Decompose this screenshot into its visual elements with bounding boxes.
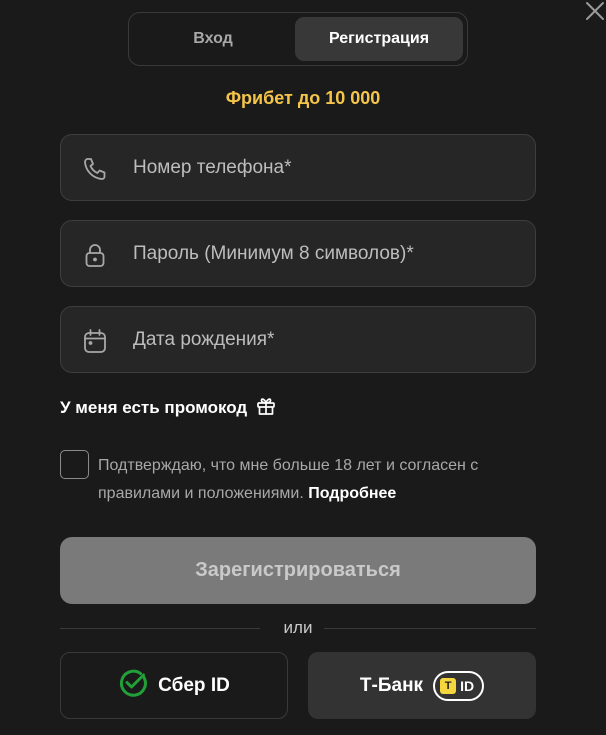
promo-code-label: У меня есть промокод xyxy=(60,398,248,417)
sber-id-button[interactable]: Сбер ID xyxy=(60,652,288,719)
lock-icon xyxy=(81,241,109,269)
birthdate-placeholder: Дата рождения* xyxy=(133,329,275,350)
phone-field[interactable]: Номер телефона* xyxy=(60,134,536,201)
tbank-id-badge: ID xyxy=(460,677,475,694)
tbank-label: Т-Банк xyxy=(359,674,424,696)
gift-icon xyxy=(255,395,277,422)
agreement-text: Подтверждаю, что мне больше 18 лет и сог… xyxy=(98,452,538,508)
birthdate-field[interactable]: Дата рождения* xyxy=(60,306,536,373)
tbank-id-button[interactable]: Т-Банк T ID xyxy=(308,652,536,719)
phone-icon xyxy=(81,155,109,183)
or-divider: или xyxy=(60,616,536,640)
calendar-icon xyxy=(81,327,109,355)
sber-id-label: Сбер ID xyxy=(158,674,230,696)
register-button[interactable]: Зарегистрироваться xyxy=(60,537,536,604)
sber-logo-icon xyxy=(118,668,148,704)
tbank-shield-icon: T xyxy=(440,677,457,694)
agreement-body: Подтверждаю, что мне больше 18 лет и сог… xyxy=(98,457,479,502)
password-placeholder: Пароль (Минимум 8 символов)* xyxy=(133,243,414,264)
tab-login[interactable]: Вход xyxy=(133,17,293,61)
freebet-promo-text: Фрибет до 10 000 xyxy=(225,88,381,108)
close-icon[interactable] xyxy=(584,0,606,22)
phone-placeholder: Номер телефона* xyxy=(133,157,292,178)
promo-code-toggle[interactable]: У меня есть промокод xyxy=(60,396,277,420)
password-field[interactable]: Пароль (Минимум 8 символов)* xyxy=(60,220,536,287)
age-confirm-checkbox[interactable] xyxy=(60,450,89,479)
tbank-id-icon: T ID xyxy=(433,670,485,701)
agreement-more-link[interactable]: Подробнее xyxy=(308,485,396,502)
tab-register[interactable]: Регистрация xyxy=(295,17,463,61)
auth-tabs: Вход Регистрация xyxy=(128,12,468,66)
